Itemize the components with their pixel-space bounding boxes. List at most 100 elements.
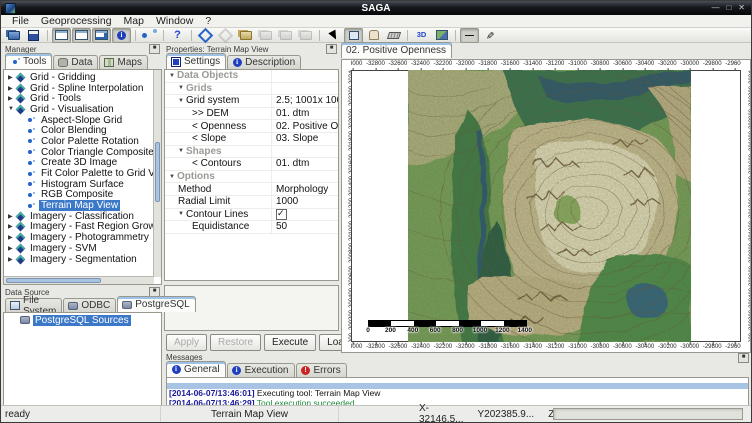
data-source-tab[interactable]: PostgreSQL [117, 296, 195, 312]
property-row[interactable]: >> DEM 01. dtm [165, 108, 338, 121]
tree-vertical-scrollbar[interactable] [153, 70, 161, 277]
cursor-icon[interactable] [324, 28, 343, 43]
tree-item[interactable]: ▶ Imagery - Fast Region Growing Al [4, 222, 154, 233]
open-tin-icon[interactable] [276, 28, 295, 43]
property-row[interactable]: ▼ Shapes [165, 146, 338, 159]
open-icon[interactable] [4, 28, 23, 43]
Apply[interactable]: Apply [166, 334, 207, 351]
save-icon[interactable] [24, 28, 43, 43]
separator[interactable] [316, 28, 323, 43]
property-row[interactable]: Equidistance 50 [165, 221, 338, 234]
separator[interactable] [452, 28, 459, 43]
menu-item[interactable]: File [6, 15, 35, 27]
terrain-map-image[interactable] [408, 70, 691, 342]
messages-detach-button[interactable]: ■ [738, 353, 749, 363]
tree-item[interactable]: ▶ Grid - Spline Interpolation [4, 83, 154, 94]
pan-mode-icon[interactable] [364, 28, 383, 43]
tree-item[interactable]: Histogram Surface [4, 179, 154, 190]
separator[interactable] [160, 28, 167, 43]
load-tool-library-icon[interactable] [140, 28, 159, 43]
title-bar[interactable]: SAGA — □ ✕ [1, 1, 751, 15]
property-row[interactable]: ▼ Contour Lines [165, 209, 338, 222]
messages-tab[interactable]: General [166, 361, 226, 377]
properties-tab[interactable]: Settings [166, 53, 226, 69]
separator[interactable] [44, 28, 51, 43]
tree-item[interactable]: ▶ Imagery - Segmentation [4, 254, 154, 265]
tree-item[interactable]: Color Palette Rotation [4, 136, 154, 147]
manager-detach-button[interactable]: ■ [149, 44, 160, 54]
show-datasource-icon[interactable] [72, 28, 91, 43]
data-source-tab[interactable]: ODBC [63, 298, 116, 312]
tree-item-icon [16, 72, 26, 82]
separator[interactable] [404, 28, 411, 43]
property-row[interactable]: < Openness 02. Positive Openness [165, 120, 338, 133]
help-icon[interactable] [168, 28, 187, 43]
tree-item[interactable]: Terrain Map View [4, 200, 154, 211]
property-row[interactable]: < Slope 03. Slope [165, 133, 338, 146]
separator[interactable] [188, 28, 195, 43]
property-row[interactable]: Method Morphology [165, 183, 338, 196]
open-grid-icon[interactable] [236, 28, 255, 43]
property-row[interactable]: ▼ Grid system 2.5; 1001x 1001y; -32500 [165, 95, 338, 108]
manager-tab[interactable]: Maps [99, 55, 147, 69]
manager-tab[interactable]: Data [53, 55, 98, 69]
tree-item[interactable]: Create 3D Image [4, 158, 154, 169]
tree-horizontal-scrollbar[interactable] [4, 276, 154, 284]
contour-lines-checkbox[interactable] [276, 209, 287, 220]
manager-tab[interactable]: Tools [5, 53, 52, 69]
separator[interactable] [132, 28, 139, 43]
Execute[interactable]: Execute [264, 334, 316, 351]
3d-view-icon[interactable] [412, 28, 431, 43]
tree-item[interactable]: RGB Composite [4, 190, 154, 201]
open-points-icon[interactable] [296, 28, 315, 43]
tree-item[interactable]: ▶ Grid - Gridding [4, 72, 154, 83]
tree-item[interactable]: Aspect-Slope Grid [4, 115, 154, 126]
tree-item[interactable]: ▶ Imagery - Classification [4, 211, 154, 222]
menu-item[interactable]: Map [118, 15, 150, 27]
messages-tab[interactable]: Errors [296, 363, 347, 377]
Restore[interactable]: Restore [210, 334, 261, 351]
expander-icon[interactable]: ▼ [178, 85, 186, 91]
show-manager-icon[interactable] [52, 28, 71, 43]
property-row[interactable]: < Contours 01. dtm [165, 158, 338, 171]
expander-icon[interactable]: ▼ [178, 211, 186, 217]
show-properties-icon[interactable] [92, 28, 111, 43]
tree-item[interactable]: Color Blending [4, 125, 154, 136]
log-area[interactable]: [2014-06-07/13:46:01] Executing tool: Te… [166, 377, 749, 406]
tree-item[interactable]: ▶ Grid - Tools [4, 93, 154, 104]
measure-icon[interactable] [384, 28, 403, 43]
expander-icon[interactable]: ▼ [178, 148, 186, 154]
tree-item[interactable]: Fit Color Palette to Grid Values [4, 168, 154, 179]
data-source-item[interactable]: PostgreSQL Sources [4, 315, 161, 326]
progress-bar [553, 408, 743, 420]
map-view[interactable]: -33000-32800-32600-32400-32200-32000-318… [341, 59, 751, 353]
property-row[interactable]: ▼ Options [165, 171, 338, 184]
tree-item[interactable]: ▶ Imagery - Photogrammetry [4, 232, 154, 243]
menu-item[interactable]: Window [150, 15, 199, 27]
properties-tab[interactable]: Description [227, 55, 301, 69]
property-row[interactable]: ▼ Grids [165, 83, 338, 96]
tree-item[interactable]: ▶ Imagery - SVM [4, 243, 154, 254]
map-tab[interactable]: 02. Positive Openness [341, 42, 452, 58]
menu-item[interactable]: Geoprocessing [35, 15, 118, 27]
data-source-tab[interactable]: File System [5, 298, 62, 312]
line-icon[interactable] [460, 28, 479, 43]
menu-item[interactable]: ? [199, 15, 217, 27]
tree-item[interactable]: Color Triangle Composite [4, 147, 154, 158]
messages-tab[interactable]: Execution [227, 363, 295, 377]
open-shapes-icon[interactable] [256, 28, 275, 43]
tab-icon [122, 300, 132, 310]
property-row[interactable]: Radial Limit 1000 [165, 196, 338, 209]
properties-detach-button[interactable]: ■ [326, 44, 337, 54]
expander-icon[interactable]: ▼ [169, 174, 177, 180]
zoom-full-icon[interactable] [196, 28, 215, 43]
zoom-last-icon[interactable] [216, 28, 235, 43]
tree-item[interactable]: ▼ Grid - Visualisation [4, 104, 154, 115]
zoom-mode-icon[interactable] [344, 28, 363, 43]
property-row[interactable]: ▼ Data Objects [165, 70, 338, 83]
show-messages-icon[interactable] [112, 28, 131, 43]
expander-icon[interactable]: ▼ [178, 98, 186, 104]
expander-icon[interactable]: ▼ [169, 73, 177, 79]
pen-icon[interactable] [480, 28, 499, 43]
save-image-icon[interactable] [432, 28, 451, 43]
